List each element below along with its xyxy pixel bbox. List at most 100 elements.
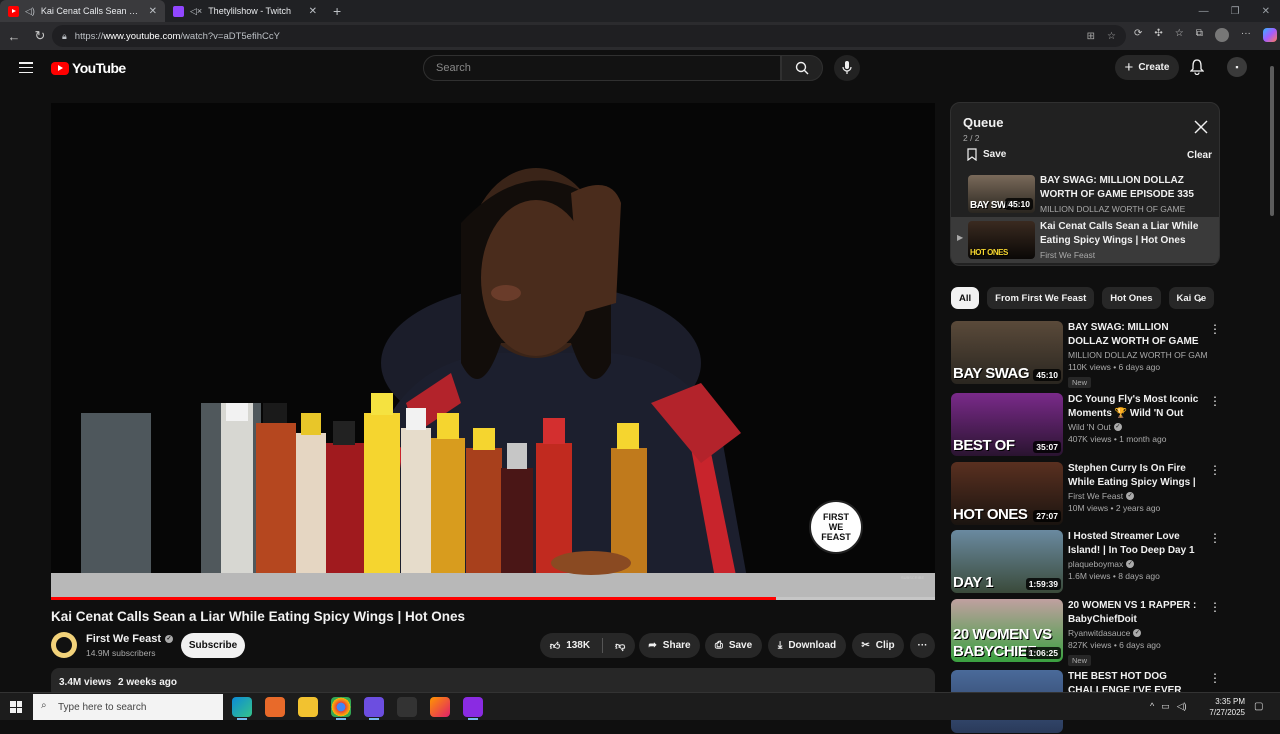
scissors-icon: ✂ [861,640,870,651]
close-tab-icon[interactable]: ✕ [149,6,157,17]
channel-avatar[interactable] [51,632,77,658]
close-icon[interactable] [1194,120,1208,134]
menu-icon[interactable] [19,62,33,73]
more-actions-button[interactable]: ··· [910,633,935,658]
search-input[interactable] [436,62,780,74]
favorites-icon[interactable]: ☆ [1175,28,1184,42]
video-thumbnail[interactable]: 20 WOMEN VS BABYCHIEF 1:06:25 [951,599,1063,662]
recommendation-channel[interactable]: First We Feast ✓ [1068,491,1208,501]
video-thumbnail[interactable]: BAY SWAG 45:10 [951,321,1063,384]
edge-icon[interactable] [232,697,252,720]
url-field[interactable]: 🔒︎ https://www.youtube.com/watch?v=aDT5e… [52,25,1126,47]
tab-twitch[interactable]: ◁× Thetylilshow - Twitch ✕ [165,0,325,22]
video-player[interactable]: FIRST WE FEAST SUBSCRIBE [51,103,935,600]
recommendation-title[interactable]: BAY SWAG: MILLION DOLLAZ WORTH OF GAME E… [1068,321,1208,348]
search-button[interactable] [781,55,823,81]
chip-all[interactable]: All [951,287,980,309]
windows-start-icon[interactable] [10,701,22,713]
recommendation-title[interactable]: Stephen Curry Is On Fire While Eating Sp… [1068,462,1208,489]
lock-icon[interactable]: 🔒︎ [62,31,67,42]
reload-icon[interactable]: ↻ [32,28,48,44]
channel-name[interactable]: First We Feast ✓ [86,633,173,645]
video-progress-bar[interactable] [51,597,935,600]
taskbar-search[interactable]: ⌕ Type here to search [33,694,223,720]
share-button[interactable]: ➦ Share [639,633,700,658]
video-thumbnail[interactable]: HOT ONES 27:07 [951,462,1063,525]
clip-button[interactable]: ✂ Clip [852,633,904,658]
video-thumbnail[interactable]: DAY 1 1:59:39 [951,530,1063,593]
more-vertical-icon[interactable]: ⋮ [1209,672,1221,684]
close-window-icon[interactable]: ✕ [1262,6,1270,17]
recommendation-channel[interactable]: Wild 'N Out ✓ [1068,422,1208,432]
queue-item[interactable]: BAY SWAG 45:10 BAY SWAG: MILLION DOLLAZ … [951,171,1219,217]
app-icon[interactable] [463,697,483,720]
video-thumbnail[interactable]: BEST OF 35:07 [951,393,1063,456]
recommendation-item[interactable]: 20 WOMEN VS BABYCHIEF 1:06:25 20 WOMEN VS … [951,599,1221,666]
volume-icon[interactable]: ◁) [1177,701,1187,712]
favorite-star-icon[interactable]: ☆ [1107,31,1116,42]
extensions-icon[interactable]: ⟳ [1134,28,1142,42]
restore-icon[interactable]: ❐ [1231,6,1240,17]
youtube-logo[interactable]: YouTube [51,60,126,76]
chevron-up-icon[interactable]: ^ [1150,701,1154,712]
more-menu-icon[interactable]: ··· [1241,28,1251,42]
copilot-icon[interactable] [1262,28,1277,42]
first-we-feast-watermark[interactable]: FIRST WE FEAST [809,500,863,554]
dislike-button[interactable]: 👎︎ [615,640,625,652]
notifications-button[interactable] [1189,59,1205,80]
close-tab-icon[interactable]: ✕ [309,6,317,17]
back-icon[interactable]: ← [6,29,22,44]
taskbar-clock[interactable]: 3:35 PM 7/27/2025 [1200,696,1245,718]
recommendation-channel[interactable]: plaqueboymax ✓ [1068,559,1208,569]
app-available-icon[interactable]: ⊞ [1087,31,1095,42]
scrollbar[interactable] [1268,56,1276,692]
recommendation-title[interactable]: DC Young Fly's Most Iconic Moments 🏆 Wil… [1068,393,1208,420]
like-button[interactable]: 👍︎ 138K [550,640,590,652]
chip-from-channel[interactable]: From First We Feast [987,287,1095,309]
chrome-icon[interactable] [331,697,351,720]
queue-save-button[interactable]: Save [967,148,1006,161]
download-button[interactable]: ⤓ Download [768,633,846,658]
chip-hot-ones[interactable]: Hot Ones [1102,287,1161,309]
create-button[interactable]: + Create [1115,55,1179,80]
recommendation-title[interactable]: 20 WOMEN VS 1 RAPPER : BabyChiefDoit [1068,599,1208,626]
notification-icon[interactable]: ▢ [1254,701,1263,712]
chevron-right-icon[interactable]: › [1198,292,1202,306]
scrollbar-thumb[interactable] [1270,66,1274,216]
tab-youtube[interactable]: ◁) Kai Cenat Calls Sean a Liar W ✕ [0,0,165,22]
more-vertical-icon[interactable]: ⋮ [1209,395,1221,407]
more-vertical-icon[interactable]: ⋮ [1209,323,1221,335]
app-icon[interactable] [265,697,285,717]
profile-avatar[interactable] [1214,28,1229,42]
new-tab-button[interactable]: + [325,3,349,19]
collections-icon[interactable]: ⧉ [1196,28,1203,42]
subscribe-button[interactable]: Subscribe [181,633,245,658]
more-vertical-icon[interactable]: ⋮ [1209,601,1221,613]
file-explorer-icon[interactable] [298,697,318,717]
save-button[interactable]: ⎙ Save [705,633,762,658]
account-avatar[interactable]: ▪ [1227,57,1247,77]
subscribe-watermark[interactable]: SUBSCRIBE [901,575,924,580]
speaker-muted-icon[interactable]: ◁× [190,6,202,17]
app-icon[interactable] [364,697,384,720]
minimize-icon[interactable]: — [1199,6,1209,17]
recommendation-item[interactable]: HOT ONES 27:07 Stephen Curry Is On Fire Wh… [951,462,1221,526]
more-vertical-icon[interactable]: ⋮ [1209,464,1221,476]
more-vertical-icon[interactable]: ⋮ [1209,532,1221,544]
recommendation-channel[interactable]: MILLION DOLLAZ WORTH OF GAME✓ [1068,350,1208,360]
voice-search-button[interactable] [834,55,860,81]
queue-clear-button[interactable]: Clear [1187,150,1212,161]
recommendation-title[interactable]: I Hosted Streamer Love Island! | In Too … [1068,530,1208,557]
network-icon[interactable]: ▭ [1161,701,1170,712]
firefox-icon[interactable] [430,697,450,717]
chip-kai-cenat[interactable]: Kai Ce [1168,287,1215,309]
recommendation-item[interactable]: BEST OF 35:07 DC Young Fly's Most Iconic M… [951,393,1221,457]
subscriber-count: 14.9M subscribers [86,648,156,658]
app-icon[interactable] [397,697,417,717]
recommendation-channel[interactable]: Ryanwitdasauce ✓ [1068,628,1208,638]
speaker-icon[interactable]: ◁) [25,6,35,17]
extension-puzzle-icon[interactable]: ✣ [1154,28,1162,42]
recommendation-item[interactable]: DAY 1 1:59:39 I Hosted Streamer Love Islan… [951,530,1221,594]
queue-item-now-playing[interactable]: ▶ HOT ONES Kai Cenat Calls Sean a Liar W… [951,217,1219,263]
recommendation-item[interactable]: BAY SWAG 45:10 BAY SWAG: MILLION DOLLAZ WO… [951,321,1221,388]
